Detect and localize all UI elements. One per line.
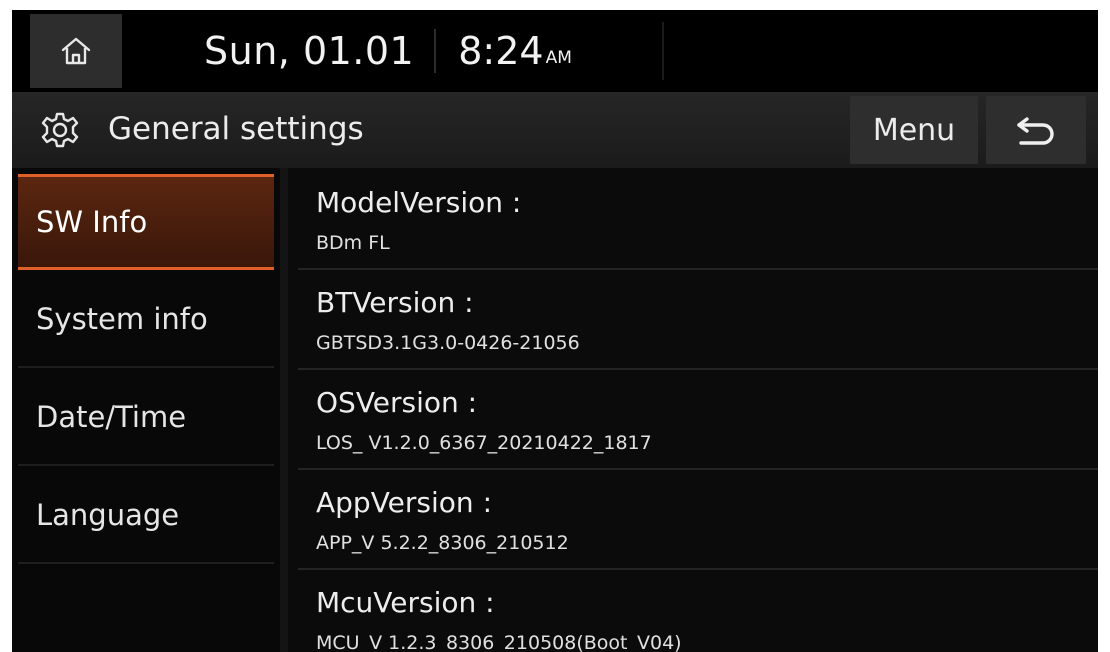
sidebar-item-system-info[interactable]: System info [18,272,274,368]
info-label: OSVersion : [316,386,478,419]
sw-info-list: ModelVersion : BDm FL BTVersion : GBTSD3… [298,170,1098,652]
status-time: 8:24 [458,29,544,73]
info-row-bt-version: BTVersion : GBTSD3.1G3.0-0426-21056 [298,270,1098,370]
status-bar: Sun, 01.01 8:24 AM [12,10,1098,92]
sidebar-item-sw-info[interactable]: SW Info [18,174,274,270]
info-row-mcu-version: McuVersion : MCU_V 1.2.3_8306_210508(Boo… [298,570,1098,652]
info-value: APP_V 5.2.2_8306_210512 [316,532,569,554]
status-divider [662,22,664,80]
screen: Sun, 01.01 8:24 AM General settings Menu… [12,10,1098,652]
gear-icon [41,112,79,148]
back-arrow-icon [1017,117,1054,145]
info-row-model-version: ModelVersion : BDm FL [298,170,1098,270]
info-label: McuVersion : [316,586,495,619]
sidebar-item-date-time[interactable]: Date/Time [18,370,274,466]
info-row-app-version: AppVersion : APP_V 5.2.2_8306_210512 [298,470,1098,570]
home-button[interactable] [30,14,122,88]
info-value: GBTSD3.1G3.0-0426-21056 [316,332,580,354]
title-bar: General settings Menu [12,92,1098,168]
home-icon [61,37,91,65]
sidebar-item-language[interactable]: Language [18,468,274,564]
status-date: Sun, 01.01 [204,29,415,73]
info-value: MCU_V 1.2.3_8306_210508(Boot_V04) [316,632,682,652]
clock: Sun, 01.01 8:24 AM [204,20,572,82]
status-ampm: AM [545,48,572,68]
page-title: General settings [108,111,364,147]
info-label: BTVersion : [316,286,474,319]
info-label: ModelVersion : [316,186,522,219]
clock-divider [434,29,437,73]
back-button[interactable] [986,96,1086,164]
info-value: LOS_ V1.2.0_6367_20210422_1817 [316,432,652,454]
sidebar-divider [280,168,288,652]
info-value: BDm FL [316,232,390,254]
sidebar: SW Info System info Date/Time Language [12,168,280,652]
info-row-os-version: OSVersion : LOS_ V1.2.0_6367_20210422_18… [298,370,1098,470]
info-label: AppVersion : [316,486,492,519]
menu-button[interactable]: Menu [850,96,978,164]
